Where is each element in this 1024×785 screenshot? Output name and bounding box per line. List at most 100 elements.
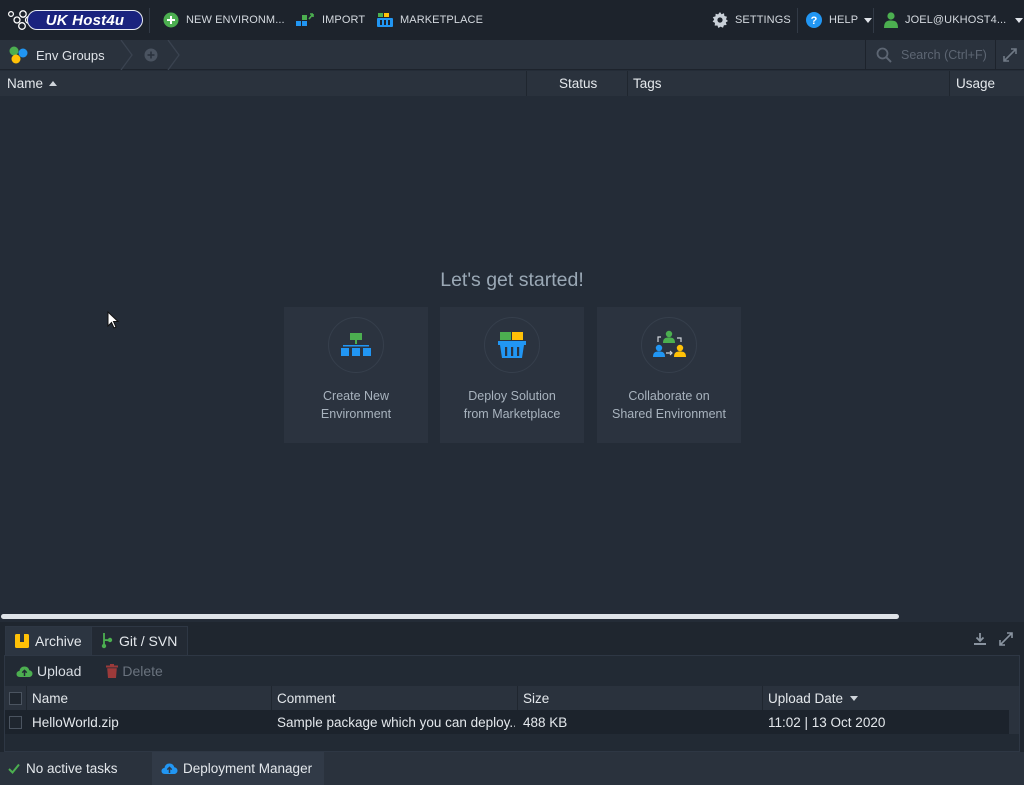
row-upload-date: 11:02 | 13 Oct 2020	[768, 714, 886, 730]
user-icon	[884, 12, 898, 28]
new-environment-label: NEW ENVIRONM...	[186, 14, 285, 26]
add-group-button[interactable]	[139, 40, 163, 70]
column-header-size[interactable]: Size	[523, 686, 549, 710]
card-icon-circle	[641, 317, 697, 373]
chevron-down-icon	[1015, 17, 1024, 23]
horizontal-scrollbar[interactable]	[0, 613, 1024, 621]
sort-ascending-icon	[49, 81, 58, 86]
column-divider	[26, 686, 27, 710]
deployment-manager-label: Deployment Manager	[183, 761, 313, 776]
select-all-checkbox[interactable]	[9, 686, 22, 710]
archive-table-header: Name Comment Size Upload Date	[5, 686, 1009, 710]
settings-button[interactable]: SETTINGS	[712, 0, 791, 40]
env-groups-icon	[9, 46, 28, 64]
search-placeholder: Search (Ctrl+F)	[901, 48, 987, 62]
mouse-cursor-icon	[107, 311, 119, 329]
divider	[873, 8, 874, 33]
cloud-upload-icon	[161, 763, 178, 774]
download-icon	[974, 633, 986, 645]
tasks-status[interactable]: No active tasks	[8, 752, 118, 785]
new-environment-button[interactable]: NEW ENVIRONM...	[163, 0, 285, 40]
scrollbar-thumb[interactable]	[1, 614, 899, 619]
card-label-line: Collaborate on	[628, 389, 710, 403]
expand-button[interactable]	[995, 40, 1024, 70]
column-header-label: Usage	[956, 76, 996, 91]
logo[interactable]: UK Host4u	[7, 9, 143, 31]
card-label: Deploy Solution from Marketplace	[440, 387, 584, 423]
column-header-label: Name	[32, 690, 69, 706]
row-checkbox[interactable]	[9, 710, 22, 734]
upload-button[interactable]: Upload	[16, 663, 81, 679]
expand-icon	[1003, 48, 1017, 62]
collaborate-card[interactable]: Collaborate on Shared Environment	[597, 307, 741, 443]
help-label: HELP	[829, 14, 859, 26]
column-header-tags[interactable]: Tags	[633, 71, 662, 96]
expand-icon	[999, 632, 1013, 646]
help-menu[interactable]: ? HELP	[806, 0, 873, 40]
archive-panel-body: Upload Delete Name Comment Size Upload D…	[4, 655, 1020, 752]
create-environment-icon	[341, 333, 371, 356]
card-label-line: from Marketplace	[463, 407, 561, 421]
column-header-name[interactable]: Name	[7, 71, 58, 96]
column-divider	[949, 71, 950, 96]
table-row[interactable]: HelloWorld.zip Sample package which you …	[5, 710, 1009, 734]
check-icon	[8, 763, 20, 774]
column-header-label: Upload Date	[768, 690, 844, 706]
trash-icon	[106, 664, 119, 678]
expand-panel-button[interactable]	[996, 629, 1016, 649]
column-header-name[interactable]: Name	[32, 686, 68, 710]
card-label-line: Environment	[320, 407, 392, 421]
archive-icon	[15, 634, 29, 648]
column-header-label: Status	[559, 76, 598, 91]
marketplace-icon	[498, 332, 526, 358]
environments-area: Let's get started! Create New Environmen…	[0, 96, 1024, 614]
logo-text: UK Host4u	[45, 11, 125, 29]
user-menu[interactable]: JOEL@UKHOST4...	[884, 0, 1024, 40]
status-bar: No active tasks Deployment Manager	[0, 752, 1024, 785]
breadcrumb-separator-icon	[120, 40, 133, 70]
deploy-marketplace-card[interactable]: Deploy Solution from Marketplace	[440, 307, 584, 443]
marketplace-button[interactable]: MARKETPLACE	[377, 0, 483, 40]
search-input[interactable]: Search (Ctrl+F)	[865, 40, 995, 70]
environments-grid-header: Name Status Tags Usage	[0, 71, 1024, 96]
vertical-scrollbar[interactable]	[1009, 686, 1019, 734]
marketplace-icon	[377, 13, 393, 27]
marketplace-label: MARKETPLACE	[400, 14, 484, 26]
checkbox[interactable]	[9, 691, 22, 705]
card-label: Create New Environment	[284, 387, 428, 423]
create-environment-card[interactable]: Create New Environment	[284, 307, 428, 443]
import-label: IMPORT	[322, 14, 366, 26]
cloud-upload-icon	[16, 666, 33, 677]
tab-git-svn[interactable]: Git / SVN	[91, 626, 189, 655]
minimize-panel-button[interactable]	[970, 629, 990, 649]
divider	[149, 8, 150, 33]
delete-button[interactable]: Delete	[106, 663, 163, 679]
plus-circle-icon	[144, 48, 158, 62]
git-icon	[101, 633, 113, 649]
help-icon: ?	[806, 12, 822, 28]
column-divider	[627, 71, 628, 96]
logo-pill: UK Host4u	[27, 10, 143, 30]
column-header-upload-date[interactable]: Upload Date	[768, 686, 859, 710]
archive-toolbar: Upload Delete	[5, 656, 1019, 686]
breadcrumb-env-groups[interactable]: Env Groups	[0, 40, 122, 70]
column-header-label: Tags	[633, 76, 662, 91]
divider	[797, 8, 798, 33]
column-divider	[762, 686, 763, 710]
import-button[interactable]: IMPORT	[296, 0, 365, 40]
plus-circle-icon	[163, 12, 179, 28]
upload-label: Upload	[37, 663, 82, 679]
tab-archive[interactable]: Archive	[5, 626, 93, 655]
column-divider	[271, 686, 272, 710]
column-header-comment[interactable]: Comment	[277, 686, 336, 710]
column-header-usage[interactable]: Usage	[956, 71, 995, 96]
breadcrumb-bar: Env Groups Search (Ctrl+F)	[0, 40, 1024, 70]
column-header-label: Name	[7, 76, 44, 91]
collaborate-icon	[653, 330, 686, 357]
column-header-status[interactable]: Status	[559, 71, 597, 96]
deployment-manager-tab[interactable]: Deployment Manager	[152, 752, 324, 785]
checkbox[interactable]	[9, 715, 22, 729]
deployment-manager-panel: Archive Git / SVN Upload Delete Name Com…	[0, 622, 1024, 785]
column-header-label: Size	[523, 690, 550, 706]
tasks-label: No active tasks	[26, 761, 118, 776]
